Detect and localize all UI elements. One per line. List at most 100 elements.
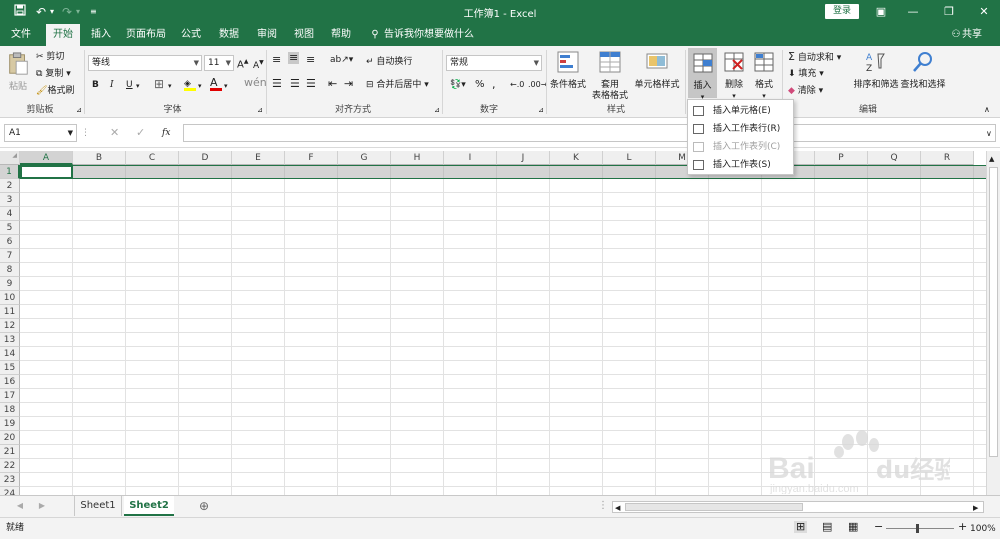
row-header[interactable]: 3 — [0, 193, 20, 207]
font-size-combo[interactable]: 11 ▼ — [204, 55, 234, 71]
share-button[interactable]: 共享 — [962, 24, 988, 46]
align-center-icon[interactable]: ☰ — [290, 78, 300, 90]
vertical-scroll-thumb[interactable] — [989, 167, 998, 457]
column-header[interactable]: B — [73, 151, 126, 165]
normal-view-icon[interactable]: ⊞ — [794, 521, 808, 533]
tab-page-layout[interactable]: 页面布局 — [122, 24, 170, 46]
align-left-icon[interactable]: ☰ — [272, 78, 282, 90]
column-header[interactable]: J — [497, 151, 550, 165]
expand-formula-icon[interactable]: ∨ — [986, 128, 992, 140]
row-header[interactable]: 6 — [0, 235, 20, 249]
currency-icon[interactable]: 💱▾ — [450, 79, 466, 91]
row-header[interactable]: 8 — [0, 263, 20, 277]
column-header[interactable]: C — [126, 151, 179, 165]
format-cells-button[interactable]: 格式 ▾ — [750, 50, 778, 102]
font-launcher-icon[interactable]: ⊿ — [257, 104, 263, 116]
row-header[interactable]: 13 — [0, 333, 20, 347]
wrap-text-button[interactable]: ↵ 自动换行 — [366, 56, 412, 68]
conditional-formatting-button[interactable]: 条件格式 — [549, 50, 587, 91]
alignment-launcher-icon[interactable]: ⊿ — [434, 104, 440, 116]
row-header[interactable]: 16 — [0, 375, 20, 389]
decrease-decimal-icon[interactable]: .00→ — [528, 79, 547, 91]
fill-button[interactable]: ⬇ 填充 ▾ — [788, 68, 824, 80]
sort-filter-button[interactable]: AZ 排序和筛选 — [852, 50, 900, 91]
fill-dropdown-icon[interactable]: ▾ — [198, 80, 202, 92]
column-header[interactable]: R — [921, 151, 974, 165]
insert-menu-item[interactable]: 插入工作表行(R) — [688, 120, 793, 138]
column-header[interactable]: K — [550, 151, 603, 165]
row-header[interactable]: 18 — [0, 403, 20, 417]
increase-decimal-icon[interactable]: ←.0 — [510, 79, 524, 91]
clear-button[interactable]: ◆ 清除 ▾ — [788, 85, 823, 97]
insert-menu-item[interactable]: 插入单元格(E) — [688, 102, 793, 120]
align-top-icon[interactable]: ≡ — [272, 54, 281, 66]
scroll-up-icon[interactable]: ▲ — [989, 153, 994, 165]
italic-button[interactable]: I — [110, 79, 114, 91]
column-header[interactable]: Q — [868, 151, 921, 165]
row-header[interactable]: 12 — [0, 319, 20, 333]
find-select-button[interactable]: 查找和选择 — [900, 50, 946, 91]
column-header[interactable]: L — [603, 151, 656, 165]
column-header[interactable]: E — [232, 151, 285, 165]
vertical-scrollbar[interactable]: ▲ — [986, 151, 1000, 495]
row-header[interactable]: 23 — [0, 473, 20, 487]
align-bottom-icon[interactable]: ≡ — [306, 54, 315, 66]
clipboard-launcher-icon[interactable]: ⊿ — [76, 104, 82, 116]
row-header[interactable]: 7 — [0, 249, 20, 263]
align-right-icon[interactable]: ☰ — [306, 78, 316, 90]
column-header[interactable]: H — [391, 151, 444, 165]
formula-input[interactable] — [183, 124, 996, 142]
tab-review[interactable]: 审阅 — [250, 24, 284, 46]
scroll-sheets-right-icon[interactable]: ▶ — [36, 496, 48, 516]
number-launcher-icon[interactable]: ⊿ — [538, 104, 544, 116]
format-painter-button[interactable]: 🖌格式刷 — [36, 85, 74, 97]
number-format-combo[interactable]: 常规 ▼ — [446, 55, 542, 71]
row-header[interactable]: 22 — [0, 459, 20, 473]
copy-button[interactable]: ⧉ 复制 ▾ — [36, 68, 71, 80]
zoom-in-icon[interactable]: + — [958, 521, 967, 533]
column-header[interactable]: A — [20, 151, 73, 165]
row-header[interactable]: 2 — [0, 179, 20, 193]
active-cell[interactable] — [20, 165, 73, 179]
cell-styles-button[interactable]: 单元格样式 — [633, 50, 681, 91]
select-all-button[interactable]: ◢ — [0, 151, 20, 165]
minimize-icon[interactable]: — — [904, 3, 922, 21]
merge-center-button[interactable]: ⊟ 合并后居中 ▾ — [366, 79, 429, 91]
tab-insert[interactable]: 插入 — [84, 24, 118, 46]
column-header[interactable]: D — [179, 151, 232, 165]
insert-menu-item[interactable]: 插入工作表(S) — [688, 156, 793, 174]
close-icon[interactable]: ✕ — [975, 3, 993, 21]
row-header[interactable]: 14 — [0, 347, 20, 361]
format-as-table-button[interactable]: 套用 表格格式 — [589, 50, 631, 102]
zoom-slider[interactable] — [886, 528, 954, 529]
row-header[interactable]: 24 — [0, 487, 20, 495]
delete-cells-button[interactable]: 删除 ▾ — [720, 50, 748, 102]
tab-data[interactable]: 数据 — [212, 24, 246, 46]
row-header[interactable]: 4 — [0, 207, 20, 221]
scroll-sheets-left-icon[interactable]: ◀ — [14, 496, 26, 516]
name-box[interactable]: A1 ▼ — [4, 124, 77, 142]
row-header[interactable]: 1 — [0, 165, 20, 179]
tell-me-search[interactable]: 告诉我你想要做什么 — [384, 24, 474, 46]
new-sheet-icon[interactable]: ⊕ — [196, 496, 212, 516]
row-header[interactable]: 15 — [0, 361, 20, 375]
orientation-icon[interactable]: ab↗▾ — [330, 54, 353, 66]
phonetic-icon[interactable]: wén — [244, 77, 267, 89]
paste-button[interactable]: 粘贴 — [6, 52, 30, 93]
tab-help[interactable]: 帮助 — [324, 24, 358, 46]
sheet-tab-sheet1[interactable]: Sheet1 — [74, 496, 122, 516]
row-header[interactable]: 10 — [0, 291, 20, 305]
sheet-tab-sheet2[interactable]: Sheet2 — [124, 496, 174, 516]
column-header[interactable]: P — [815, 151, 868, 165]
row-header[interactable]: 17 — [0, 389, 20, 403]
column-header[interactable]: F — [285, 151, 338, 165]
row-header[interactable]: 11 — [0, 305, 20, 319]
tab-formulas[interactable]: 公式 — [174, 24, 208, 46]
underline-dropdown-icon[interactable]: ▾ — [136, 80, 140, 92]
comma-button[interactable]: , — [492, 79, 496, 91]
border-dropdown-icon[interactable]: ▾ — [168, 80, 172, 92]
tab-home[interactable]: 开始 — [46, 24, 80, 46]
insert-function-button[interactable]: fx — [162, 127, 170, 139]
page-layout-view-icon[interactable]: ▤ — [822, 521, 832, 533]
percent-button[interactable]: % — [475, 79, 485, 91]
